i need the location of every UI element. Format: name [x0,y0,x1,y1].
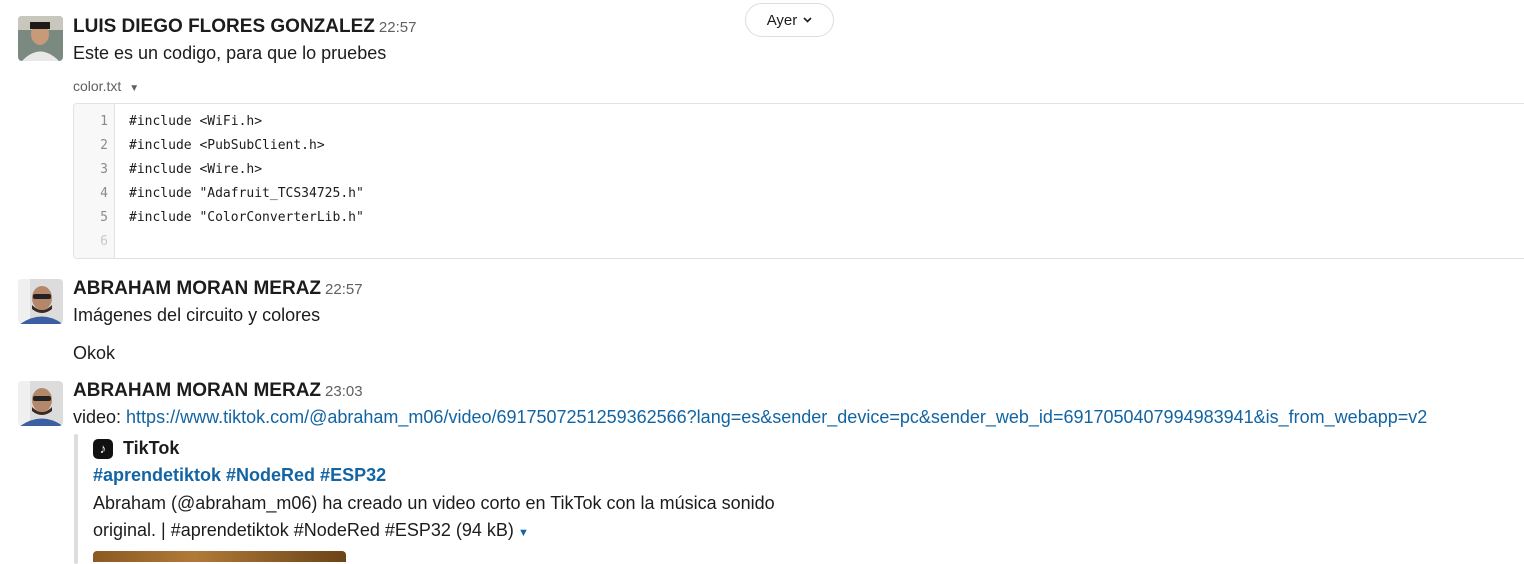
line-number: 2 [100,138,108,153]
message-author[interactable]: ABRAHAM MORAN MERAZ 23:03 [73,380,363,402]
unfurl-service: ♪ TikTok [93,438,179,459]
message-text: video: https://www.tiktok.com/@abraham_m… [73,407,1427,428]
message-text: Okok [73,343,116,363]
message-author[interactable]: ABRAHAM MORAN MERAZ 22:57 [73,278,363,300]
message-timestamp[interactable]: 23:03 [325,383,363,400]
day-divider-label: Ayer [766,11,798,29]
message-author[interactable]: LUIS DIEGO FLORES GONZALEZ 22:57 [73,16,416,38]
unfurl-service-name: TikTok [123,438,180,458]
line-number: 4 [100,186,108,201]
caret-down-icon[interactable]: ▼ [518,527,529,539]
day-divider-button[interactable]: Ayer [745,3,834,37]
code-snippet[interactable]: 1 2 3 4 5 6 #include <WiFi.h> #include <… [73,103,1524,259]
message-prefix: video: [73,407,127,427]
message-timestamp[interactable]: 22:57 [325,281,363,298]
avatar[interactable] [18,381,63,426]
code-content: #include <WiFi.h> #include <PubSubClient… [115,104,1524,258]
code-line: #include <WiFi.h> [129,114,263,129]
avatar[interactable] [18,279,63,324]
file-name-button[interactable]: color.txt ▼ [73,78,139,94]
line-number: 1 [100,114,108,129]
file-name: color.txt [73,78,122,94]
line-number: 5 [100,210,108,225]
unfurl-title-link[interactable]: #aprendetiktok #NodeRed #ESP32 [93,465,386,486]
avatar[interactable] [18,16,63,61]
unfurl-description: Abraham (@abraham_m06) ha creado un vide… [93,493,775,513]
code-line: #include <Wire.h> [129,162,263,177]
tiktok-icon: ♪ [93,438,113,459]
caret-down-icon[interactable]: ▼ [129,83,139,94]
line-number: 3 [100,162,108,177]
message-timestamp[interactable]: 22:57 [379,19,417,36]
unfurl-description-2: original. | #aprendetiktok #NodeRed #ESP… [93,520,529,540]
video-link[interactable]: https://www.tiktok.com/@abraham_m06/vide… [126,407,1427,427]
message-text: Este es un codigo, para que lo pruebes [73,43,387,63]
video-thumbnail[interactable] [93,551,346,562]
line-number: 6 [100,234,108,249]
chevron-down-icon [803,15,812,26]
code-line: #include "Adafruit_TCS34725.h" [129,186,364,201]
code-line: #include "ColorConverterLib.h" [129,210,364,225]
code-line: #include <PubSubClient.h> [129,138,325,153]
message-text: Imágenes del circuito y colores [73,305,321,325]
unfurl-bar [74,434,78,564]
line-number-gutter: 1 2 3 4 5 6 [74,104,115,258]
